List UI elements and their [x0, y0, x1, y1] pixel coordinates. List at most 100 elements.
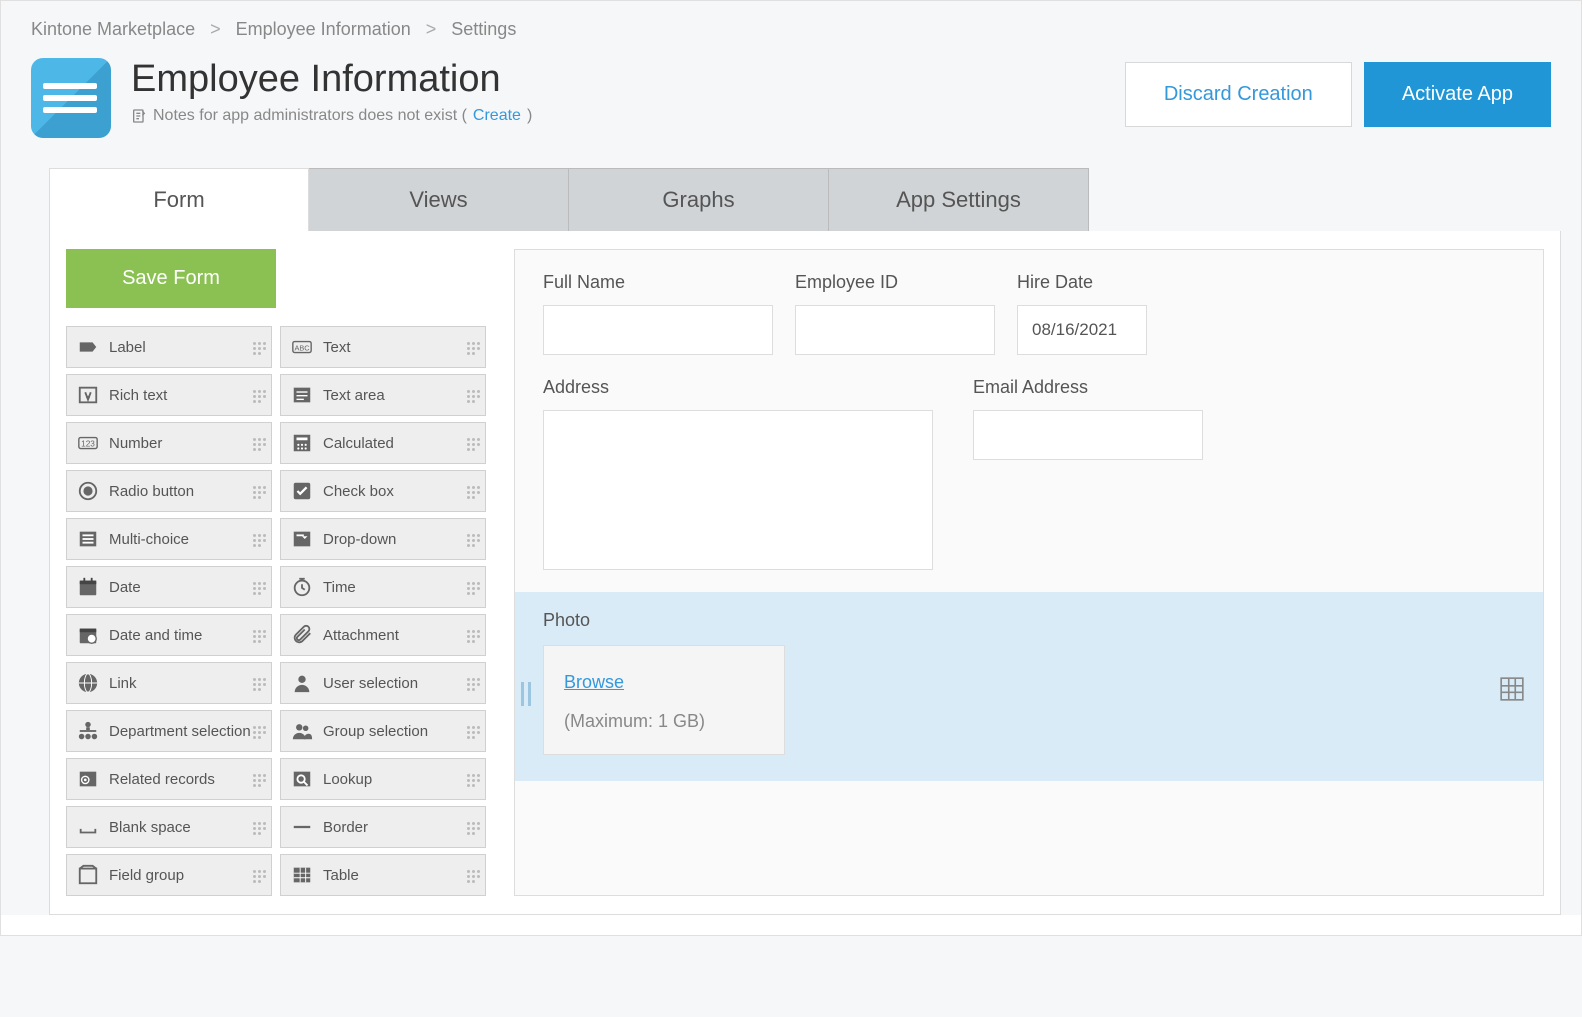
palette-item-field-group[interactable]: Field group [66, 854, 272, 896]
palette-item-check-box[interactable]: Check box [280, 470, 486, 512]
form-canvas[interactable]: Full Name Employee ID Hire Date Address [514, 249, 1544, 896]
user-selection-icon [289, 670, 315, 696]
palette-item-text[interactable]: ABC Text [280, 326, 486, 368]
field-group-icon [75, 862, 101, 888]
palette-item-label: Multi-choice [109, 531, 189, 548]
palette-item-multi-choice[interactable]: Multi-choice [66, 518, 272, 560]
field-hire-date[interactable]: Hire Date [1017, 272, 1147, 355]
palette-item-related-records[interactable]: Related records [66, 758, 272, 800]
attachment-icon [289, 622, 315, 648]
date-icon [75, 574, 101, 600]
palette-item-label: Group selection [323, 723, 428, 740]
drop-down-icon [289, 526, 315, 552]
field-email[interactable]: Email Address [973, 377, 1203, 570]
field-label: Email Address [973, 377, 1203, 398]
palette-item-calculated[interactable]: Calculated [280, 422, 486, 464]
field-palette: Save Form Label ABC Text Rich text Text … [66, 249, 486, 896]
breadcrumb-link-app[interactable]: Employee Information [236, 19, 411, 39]
text-area-icon [289, 382, 315, 408]
tab-app-settings[interactable]: App Settings [829, 168, 1089, 231]
palette-item-radio-button[interactable]: Radio button [66, 470, 272, 512]
calculated-icon [289, 430, 315, 456]
group-selection-icon [289, 718, 315, 744]
palette-item-label: Date [109, 579, 141, 596]
palette-item-border[interactable]: Border [280, 806, 486, 848]
palette-item-link[interactable]: Link [66, 662, 272, 704]
page-title: Employee Information [131, 58, 1125, 101]
hire-date-input[interactable] [1017, 305, 1147, 355]
field-label: Hire Date [1017, 272, 1147, 293]
palette-item-date-and-time[interactable]: Date and time [66, 614, 272, 656]
number-icon: 123 [75, 430, 101, 456]
table-icon [289, 862, 315, 888]
border-icon [289, 814, 315, 840]
field-photo-selected[interactable]: Photo Browse (Maximum: 1 GB) [515, 592, 1543, 781]
create-notes-link[interactable]: Create [473, 107, 521, 125]
palette-item-number[interactable]: 123 Number [66, 422, 272, 464]
field-address[interactable]: Address [543, 377, 933, 570]
date-and-time-icon [75, 622, 101, 648]
palette-item-label: Border [323, 819, 368, 836]
svg-text:ABC: ABC [294, 344, 310, 353]
palette-item-lookup[interactable]: Lookup [280, 758, 486, 800]
browse-link[interactable]: Browse [564, 672, 624, 692]
tab-form[interactable]: Form [49, 168, 309, 231]
palette-item-rich-text[interactable]: Rich text [66, 374, 272, 416]
palette-item-label: Department selection [109, 723, 251, 740]
app-icon [31, 58, 111, 138]
palette-item-label: Link [109, 675, 137, 692]
breadcrumb-link-marketplace[interactable]: Kintone Marketplace [31, 19, 195, 39]
discard-creation-button[interactable]: Discard Creation [1125, 62, 1352, 127]
multi-choice-icon [75, 526, 101, 552]
palette-item-label: Number [109, 435, 162, 452]
palette-item-drop-down[interactable]: Drop-down [280, 518, 486, 560]
palette-item-label[interactable]: Label [66, 326, 272, 368]
field-label: Full Name [543, 272, 773, 293]
tab-views[interactable]: Views [309, 168, 569, 231]
palette-item-label: Radio button [109, 483, 194, 500]
field-label: Photo [543, 610, 590, 630]
palette-item-label: Text [323, 339, 351, 356]
palette-item-label: Table [323, 867, 359, 884]
palette-item-label: User selection [323, 675, 418, 692]
breadcrumb-separator: > [426, 19, 437, 39]
palette-item-label: Calculated [323, 435, 394, 452]
palette-item-table[interactable]: Table [280, 854, 486, 896]
palette-item-department-selection[interactable]: Department selection [66, 710, 272, 752]
palette-item-group-selection[interactable]: Group selection [280, 710, 486, 752]
field-full-name[interactable]: Full Name [543, 272, 773, 355]
svg-text:123: 123 [81, 440, 95, 449]
label-icon [75, 334, 101, 360]
table-grid-icon[interactable] [1499, 676, 1525, 702]
palette-item-label: Drop-down [323, 531, 396, 548]
blank-space-icon [75, 814, 101, 840]
rich-text-icon [75, 382, 101, 408]
tab-graphs[interactable]: Graphs [569, 168, 829, 231]
palette-item-label: Lookup [323, 771, 372, 788]
field-label: Address [543, 377, 933, 398]
full-name-input[interactable] [543, 305, 773, 355]
palette-item-user-selection[interactable]: User selection [280, 662, 486, 704]
breadcrumb-separator: > [210, 19, 221, 39]
palette-item-time[interactable]: Time [280, 566, 486, 608]
email-input[interactable] [973, 410, 1203, 460]
activate-app-button[interactable]: Activate App [1364, 62, 1551, 127]
palette-item-date[interactable]: Date [66, 566, 272, 608]
breadcrumb-current: Settings [451, 19, 516, 39]
drag-handle-icon[interactable] [521, 682, 531, 706]
tab-bar: Form Views Graphs App Settings [49, 168, 1581, 231]
palette-item-label: Field group [109, 867, 184, 884]
save-form-button[interactable]: Save Form [66, 249, 276, 308]
field-employee-id[interactable]: Employee ID [795, 272, 995, 355]
link-icon [75, 670, 101, 696]
address-textarea[interactable] [543, 410, 933, 570]
check-box-icon [289, 478, 315, 504]
main-content: Save Form Label ABC Text Rich text Text … [49, 231, 1561, 915]
palette-item-text-area[interactable]: Text area [280, 374, 486, 416]
palette-item-attachment[interactable]: Attachment [280, 614, 486, 656]
attachment-box: Browse (Maximum: 1 GB) [543, 645, 785, 755]
employee-id-input[interactable] [795, 305, 995, 355]
palette-item-blank-space[interactable]: Blank space [66, 806, 272, 848]
department-selection-icon [75, 718, 101, 744]
radio-button-icon [75, 478, 101, 504]
